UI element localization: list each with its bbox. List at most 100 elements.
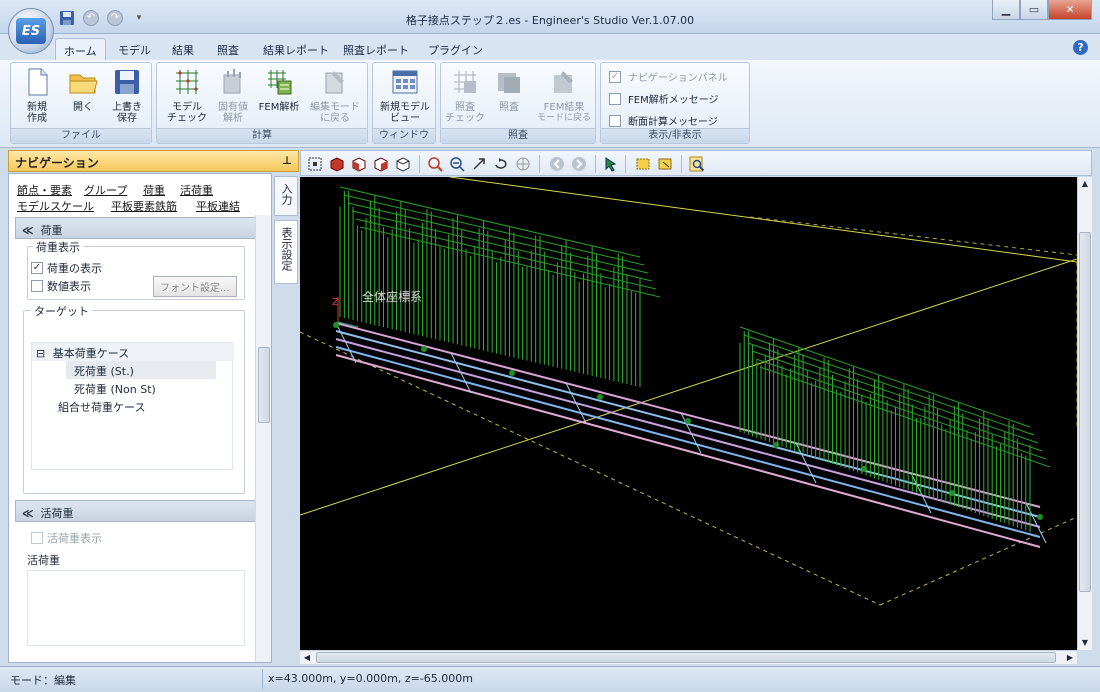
girder-line — [335, 338, 1041, 528]
load-top-line — [339, 186, 641, 258]
status-mode: モード：編集 — [10, 674, 76, 687]
show-load-row[interactable]: ✓ 荷重の表示 — [31, 260, 102, 276]
orbit-icon[interactable] — [515, 156, 531, 172]
font-settings-button[interactable]: フォント設定... — [153, 276, 237, 297]
nav-link-plate-rebar[interactable]: 平板要素鉄筋 — [111, 198, 177, 214]
back-to-fem-button[interactable]: FEM結果 モードに戻る — [533, 67, 595, 124]
scroll-up-arrow-icon[interactable]: ▲ — [1078, 177, 1092, 191]
check-button[interactable]: 照査 — [487, 67, 531, 113]
zoom-out-icon[interactable] — [449, 156, 465, 172]
ground-plane-lines — [300, 177, 1077, 606]
app-menu-button[interactable]: ES — [8, 8, 54, 54]
nav-panel-checkbox[interactable]: ✓ — [609, 70, 621, 83]
group-display-label: 表示/非表示 — [601, 128, 749, 143]
viewport-vertical-scrollbar[interactable]: ▲ ▼ — [1077, 177, 1092, 650]
show-values-row[interactable]: 数値表示 — [31, 278, 91, 294]
toolbar-separator — [539, 155, 540, 173]
show-live-row[interactable]: 活荷重表示 — [31, 530, 102, 546]
scroll-left-arrow-icon[interactable]: ◀ — [300, 651, 314, 664]
show-values-checkbox[interactable] — [31, 280, 43, 292]
maximize-button[interactable]: ▭ — [1020, 0, 1048, 20]
girder-line — [335, 354, 1041, 548]
help-icon[interactable]: ? — [1073, 40, 1088, 55]
nav-link-nodes-elements[interactable]: 節点・要素 — [17, 182, 72, 198]
fem-analysis-button[interactable]: FEM解析 — [257, 67, 301, 113]
fem-message-checkbox[interactable] — [609, 92, 621, 105]
scroll-down-arrow-icon[interactable]: ▼ — [1078, 636, 1092, 650]
tab-results[interactable]: 結果 — [164, 38, 202, 60]
eigen-analysis-icon — [223, 69, 241, 94]
tab-check-report[interactable]: 照査レポート — [335, 38, 417, 60]
check-check-button[interactable]: 照査 チェック — [443, 67, 487, 124]
tab-check[interactable]: 照査 — [209, 38, 247, 60]
new-view-icon — [392, 70, 418, 94]
select-cross-icon[interactable] — [657, 156, 673, 172]
find-icon[interactable] — [689, 156, 705, 172]
select-box-icon[interactable] — [635, 156, 651, 172]
load-section-header[interactable]: ≪ 荷重 — [15, 217, 259, 239]
viewport-vscroll-thumb[interactable] — [1079, 232, 1091, 592]
group-file-label: ファイル — [11, 128, 151, 143]
tree-node-dead-load-st[interactable]: 死荷重 (St.) — [74, 363, 134, 379]
nav-link-model-scale[interactable]: モデルスケール — [17, 198, 94, 214]
section-message-toggle[interactable]: 断面計算メッセージ — [609, 113, 718, 128]
model-check-button[interactable]: モデル チェック — [165, 67, 209, 124]
tab-home[interactable]: ホーム — [55, 38, 106, 60]
rotate-icon[interactable] — [493, 156, 509, 172]
minimize-button[interactable]: ▁ — [992, 0, 1020, 20]
live-section-header[interactable]: ≪ 活荷重 — [15, 500, 259, 522]
view-front-icon[interactable] — [351, 156, 367, 172]
zoom-window-icon[interactable] — [427, 156, 443, 172]
view-toolbar — [300, 150, 1092, 176]
select-pointer-icon[interactable] — [603, 156, 619, 172]
scroll-right-arrow-icon[interactable]: ▶ — [1063, 651, 1077, 664]
save-disk-icon — [115, 70, 139, 94]
fem-message-toggle[interactable]: FEM解析メッセージ — [609, 91, 719, 106]
side-tab-input[interactable]: 入力 — [274, 176, 298, 216]
nav-scrollbar[interactable] — [255, 215, 271, 662]
tree-collapse-icon[interactable]: ⊟ — [36, 347, 45, 360]
new-document-icon — [28, 68, 48, 96]
nav-link-groups[interactable]: グループ — [84, 182, 127, 198]
section-message-checkbox[interactable] — [609, 114, 621, 127]
toolbar-separator — [681, 155, 682, 173]
back-arrow-icon[interactable] — [549, 156, 565, 172]
tree-node-basic-loads[interactable]: ⊟ 基本荷重ケース — [36, 345, 129, 361]
viewport-horizontal-scrollbar[interactable]: ◀ ▶ — [300, 650, 1077, 664]
view-iso-icon[interactable] — [329, 156, 345, 172]
pin-icon[interactable]: ⊥ — [282, 154, 292, 167]
show-load-checkbox[interactable]: ✓ — [31, 262, 43, 274]
tree-node-combo-loads[interactable]: 組合せ荷重ケース — [58, 399, 145, 415]
tab-model[interactable]: モデル — [110, 38, 159, 60]
open-button[interactable]: 開く — [61, 67, 105, 113]
forward-arrow-icon[interactable] — [571, 156, 587, 172]
tab-plugins[interactable]: プラグイン — [420, 38, 491, 60]
back-to-edit-button[interactable]: 編集モード に戻る — [307, 67, 363, 124]
nav-scroll-thumb[interactable] — [258, 347, 270, 423]
load-top-line — [343, 194, 645, 266]
live-load-list[interactable] — [27, 570, 245, 646]
save-button[interactable]: 上書き 保存 — [105, 67, 149, 124]
show-live-checkbox[interactable] — [31, 532, 43, 544]
load-top-line — [739, 326, 1031, 428]
view-top-icon[interactable] — [395, 156, 411, 172]
tab-result-report[interactable]: 結果レポート — [255, 38, 337, 60]
group-file: 新規 作成 開く 上書き 保存 ファイル — [10, 62, 152, 144]
new-model-view-button[interactable]: 新規モデル ビュー — [377, 67, 433, 124]
new-button[interactable]: 新規 作成 — [15, 67, 59, 124]
fit-all-icon[interactable] — [307, 156, 323, 172]
nav-link-live-loads[interactable]: 活荷重 — [180, 182, 213, 198]
model-3d-view[interactable]: Z 全体座標系 — [300, 177, 1077, 650]
eigen-analysis-button[interactable]: 固有値 解析 — [211, 67, 255, 124]
close-button[interactable]: ✕ — [1048, 0, 1092, 20]
nav-link-plate-connect[interactable]: 平板連結 — [196, 198, 240, 214]
nav-panel-toggle[interactable]: ✓ ナビゲーションパネル — [609, 69, 728, 84]
view-side-icon[interactable] — [373, 156, 389, 172]
side-tab-display-settings[interactable]: 表示設定 — [274, 220, 298, 284]
tree-node-dead-load-nonst[interactable]: 死荷重 (Non St) — [74, 381, 156, 397]
girder-line — [335, 322, 1041, 508]
pan-icon[interactable] — [471, 156, 487, 172]
nav-link-loads[interactable]: 荷重 — [143, 182, 165, 198]
load-display-legend: 荷重表示 — [33, 239, 83, 255]
viewport-hscroll-thumb[interactable] — [316, 652, 1056, 663]
